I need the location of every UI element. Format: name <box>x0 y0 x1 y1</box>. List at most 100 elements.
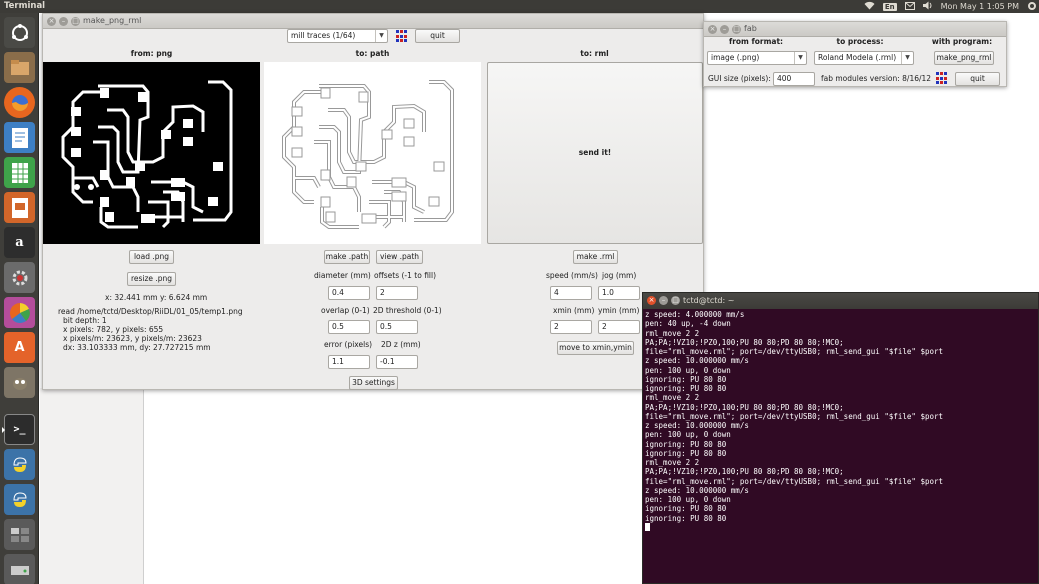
maximize-icon[interactable]: □ <box>732 25 741 34</box>
close-icon[interactable]: × <box>47 17 56 26</box>
volume-icon[interactable] <box>922 1 933 12</box>
ymin-field[interactable]: 2 <box>598 320 640 334</box>
info-line-1: read /home/tctd/Desktop/RiiDL/01_05/temp… <box>58 307 243 316</box>
workspaces-icon[interactable] <box>4 519 35 550</box>
terminal-line: pen: 40 up, -4 down <box>645 319 731 329</box>
maximize-icon[interactable]: □ <box>71 17 80 26</box>
terminal-line: ignoring: PU 80 80 <box>645 374 727 384</box>
to-rml-header: to: rml <box>580 49 609 58</box>
impress-icon[interactable] <box>4 192 35 223</box>
fab-grid-icon <box>396 30 409 43</box>
3d-settings-button[interactable]: 3D settings <box>349 376 398 390</box>
python-icon[interactable] <box>4 449 35 480</box>
maximize-icon[interactable]: □ <box>671 296 680 305</box>
background-window-pane <box>143 388 640 584</box>
amazon-icon[interactable]: a <box>4 227 35 258</box>
jog-field[interactable]: 1.0 <box>598 286 640 300</box>
terminal-output[interactable]: z speed: 4.000000 mm/s pen: 40 up, -4 dow… <box>643 309 1038 583</box>
version-label: fab modules version: 8/16/12 <box>821 74 932 83</box>
diameter-label: diameter (mm) <box>314 271 371 280</box>
error-field[interactable]: 1.1 <box>328 355 370 369</box>
speed-field[interactable]: 4 <box>550 286 592 300</box>
xmin-field[interactable]: 2 <box>550 320 592 334</box>
titlebar[interactable]: × – □ make_png_rml <box>43 14 703 29</box>
drive-icon[interactable] <box>4 554 35 584</box>
color-icon[interactable] <box>4 297 35 328</box>
offsets-label: offsets (-1 to fill) <box>374 271 437 280</box>
offsets-field[interactable]: 2 <box>376 286 418 300</box>
launcher: a A >_ <box>0 13 39 584</box>
writer-icon[interactable] <box>4 122 35 153</box>
quit-button[interactable]: quit <box>415 29 460 43</box>
mail-icon[interactable] <box>904 1 915 12</box>
wifi-icon[interactable] <box>864 1 875 12</box>
terminal-line: pen: 100 up, 0 down <box>645 365 731 375</box>
window-title: make_png_rml <box>83 16 142 25</box>
files-icon[interactable] <box>4 52 35 83</box>
close-icon[interactable]: × <box>647 296 656 305</box>
diameter-field[interactable]: 0.4 <box>328 286 370 300</box>
overlap-field[interactable]: 0.5 <box>328 320 370 334</box>
make-rml-button[interactable]: make .rml <box>573 250 618 264</box>
calc-icon[interactable] <box>4 157 35 188</box>
minimize-icon[interactable]: – <box>59 17 68 26</box>
to-process-header: to process: <box>836 37 884 46</box>
z-label: 2D z (mm) <box>381 340 421 349</box>
terminal-line: file="rml_move.rml"; port=/dev/ttyUSB0; … <box>645 476 944 486</box>
load-png-button[interactable]: load .png <box>129 250 174 264</box>
minimize-icon[interactable]: – <box>659 296 668 305</box>
terminal-icon[interactable]: >_ <box>2 414 35 445</box>
format-select-value: image (.png) <box>711 53 760 62</box>
terminal-title: tctd@tctd: ~ <box>683 296 735 305</box>
gimp-icon[interactable] <box>4 367 35 398</box>
terminal-line: rml_move 2 2 <box>645 458 700 467</box>
keyboard-layout-indicator[interactable]: En <box>882 2 897 11</box>
chevron-down-icon[interactable]: ▼ <box>901 52 913 64</box>
fab-window-title: fab <box>744 24 757 33</box>
terminal-line: PA;PA;!VZ10;!PZ0,100;PU 80 80;PD 80 80;!… <box>645 337 844 347</box>
terminal-line: rml_move 2 2 <box>645 328 700 338</box>
info-line-2: bit depth: 1 <box>63 316 107 325</box>
terminal-line: z speed: 10.000000 mm/s <box>645 356 749 366</box>
terminal-line: z speed: 10.000000 mm/s <box>645 421 749 430</box>
format-select[interactable]: image (.png) ▼ <box>707 51 807 65</box>
mode-select[interactable]: mill traces (1/64) ▼ <box>287 29 388 43</box>
python-2-icon[interactable] <box>4 484 35 515</box>
software-center-icon[interactable]: A <box>4 332 35 363</box>
with-program-header: with program: <box>931 37 993 46</box>
close-icon[interactable]: × <box>708 25 717 34</box>
move-to-xmin-ymin-button[interactable]: move to xmin,ymin <box>557 341 634 355</box>
fab-titlebar[interactable]: × – □ fab <box>704 22 1006 37</box>
terminal-window[interactable]: × – □ tctd@tctd: ~ z speed: 4.000000 mm/… <box>642 292 1039 584</box>
terminal-line: ignoring: PU 80 80 <box>645 504 727 514</box>
speed-label: speed (mm/s) <box>546 271 598 280</box>
to-path-header: to: path <box>355 49 390 58</box>
active-app-name: Terminal <box>4 1 46 11</box>
gui-size-field[interactable]: 400 <box>773 72 815 86</box>
threshold-field[interactable]: 0.5 <box>376 320 418 334</box>
resize-png-button[interactable]: resize .png <box>127 272 176 286</box>
path-preview[interactable] <box>264 62 481 244</box>
gear-icon[interactable] <box>1027 1 1037 13</box>
terminal-titlebar[interactable]: × – □ tctd@tctd: ~ <box>643 293 1038 309</box>
z-field[interactable]: -0.1 <box>376 355 418 369</box>
terminal-line: pen: 100 up, 0 down <box>645 430 731 440</box>
chevron-down-icon[interactable]: ▼ <box>794 52 806 64</box>
chevron-down-icon[interactable]: ▼ <box>375 30 387 42</box>
program-button[interactable]: make_png_rml <box>934 51 994 65</box>
make-path-button[interactable]: make .path <box>324 250 370 264</box>
process-select[interactable]: Roland Modela (.rml) ▼ <box>814 51 914 65</box>
png-preview[interactable] <box>43 62 260 244</box>
top-panel: Terminal En Mon May 1 1:05 PM <box>0 0 1039 13</box>
ubuntu-dash-icon[interactable] <box>4 17 35 48</box>
clock[interactable]: Mon May 1 1:05 PM <box>941 2 1019 11</box>
view-path-button[interactable]: view .path <box>376 250 423 264</box>
send-it-button[interactable]: send it! <box>487 62 703 244</box>
terminal-line: file="rml_move.rml"; port=/dev/ttyUSB0; … <box>645 347 944 356</box>
fab-quit-button[interactable]: quit <box>955 72 1000 86</box>
info-line-3: x pixels: 782, y pixels: 655 <box>63 325 164 334</box>
settings-icon[interactable] <box>4 262 35 293</box>
firefox-icon[interactable] <box>4 87 35 118</box>
minimize-icon[interactable]: – <box>720 25 729 34</box>
terminal-line: file="rml_move.rml"; port=/dev/ttyUSB0; … <box>645 411 944 421</box>
